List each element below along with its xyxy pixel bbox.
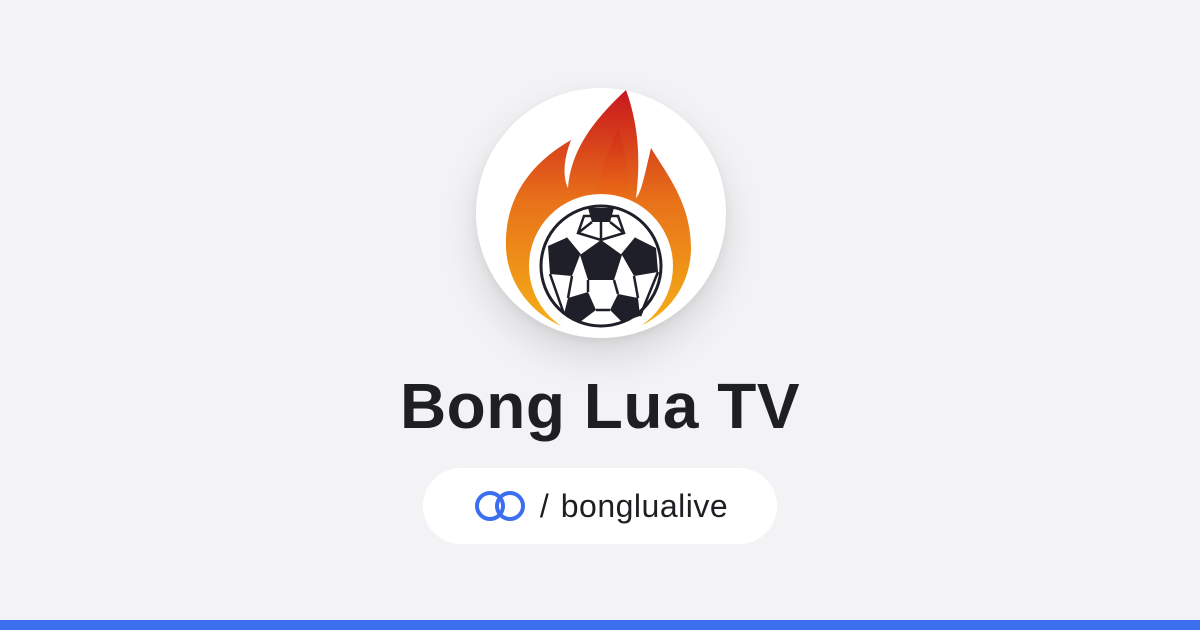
linked-rings-icon [474, 491, 525, 521]
handle-separator: / [539, 487, 549, 524]
flaming-soccer-ball-logo [505, 90, 691, 338]
profile-name: Bong Lua TV [399, 370, 801, 442]
profile-avatar [476, 88, 726, 338]
accent-bottom-bar [0, 620, 1200, 630]
profile-handle-pill[interactable]: / bonglualive [423, 468, 777, 544]
profile-handle: bonglualive [560, 487, 729, 524]
